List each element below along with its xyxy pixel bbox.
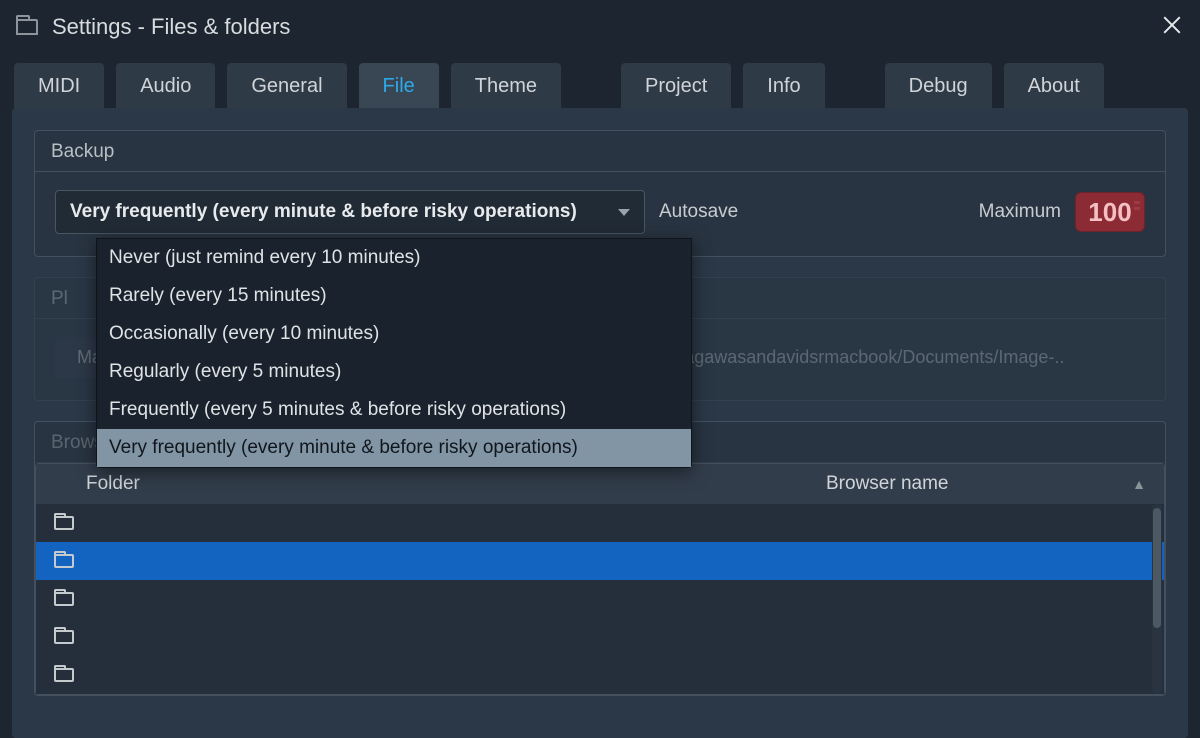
tab-file[interactable]: File <box>359 63 439 108</box>
scroll-thumb[interactable] <box>1153 508 1161 628</box>
table-header: Folder Browser name ▲ <box>36 464 1164 504</box>
sort-up-icon[interactable]: ▲ <box>1132 476 1146 492</box>
autosave-option[interactable]: Occasionally (every 10 minutes) <box>97 315 691 353</box>
table-row[interactable] <box>36 580 1164 618</box>
folder-icon <box>54 516 74 530</box>
autosave-option[interactable]: Never (just remind every 10 minutes) <box>97 239 691 277</box>
tab-info[interactable]: Info <box>743 63 824 108</box>
tab-audio[interactable]: Audio <box>116 63 215 108</box>
autosave-option[interactable]: Very frequently (every minute & before r… <box>97 429 691 467</box>
autosave-dropdown-popup: Never (just remind every 10 minutes) Rar… <box>96 238 692 468</box>
backup-header: Backup <box>35 131 1165 172</box>
column-folder[interactable]: Folder <box>86 473 826 495</box>
autosave-selected-text: Very frequently (every minute & before r… <box>70 201 577 223</box>
browser-folders-table: Folder Browser name ▲ <box>35 463 1165 695</box>
autosave-label: Autosave <box>659 201 738 223</box>
autosave-dropdown[interactable]: Very frequently (every minute & before r… <box>55 190 645 234</box>
folder-icon <box>54 554 74 568</box>
maximum-label: Maximum <box>979 201 1061 223</box>
tab-debug[interactable]: Debug <box>885 63 992 108</box>
tab-bar: MIDI Audio General File Theme Project In… <box>0 54 1200 108</box>
autosave-option[interactable]: Frequently (every 5 minutes & before ris… <box>97 391 691 429</box>
scrollbar[interactable] <box>1152 504 1162 694</box>
column-browser-name[interactable]: Browser name <box>826 473 1132 495</box>
folder-icon <box>54 668 74 682</box>
tab-midi[interactable]: MIDI <box>14 63 104 108</box>
table-row[interactable] <box>36 504 1164 542</box>
table-row[interactable] <box>36 656 1164 694</box>
title-bar: Settings - Files & folders <box>0 0 1200 54</box>
tab-project[interactable]: Project <box>621 63 731 108</box>
tab-theme[interactable]: Theme <box>451 63 561 108</box>
window-title: Settings - Files & folders <box>52 14 290 40</box>
tab-about[interactable]: About <box>1004 63 1104 108</box>
close-icon[interactable] <box>1162 14 1182 34</box>
folder-icon <box>16 19 38 35</box>
table-row[interactable] <box>36 542 1164 580</box>
folder-icon <box>54 592 74 606</box>
table-row[interactable] <box>36 618 1164 656</box>
chevron-down-icon <box>618 209 630 216</box>
maximum-value-field[interactable]: 100 <box>1075 192 1145 232</box>
folder-path-input[interactable] <box>88 549 798 573</box>
autosave-option[interactable]: Regularly (every 5 minutes) <box>97 353 691 391</box>
plugins-partial-header: Pl <box>51 288 68 310</box>
table-body <box>36 504 1164 694</box>
autosave-option[interactable]: Rarely (every 15 minutes) <box>97 277 691 315</box>
folder-icon <box>54 630 74 644</box>
tab-general[interactable]: General <box>227 63 346 108</box>
